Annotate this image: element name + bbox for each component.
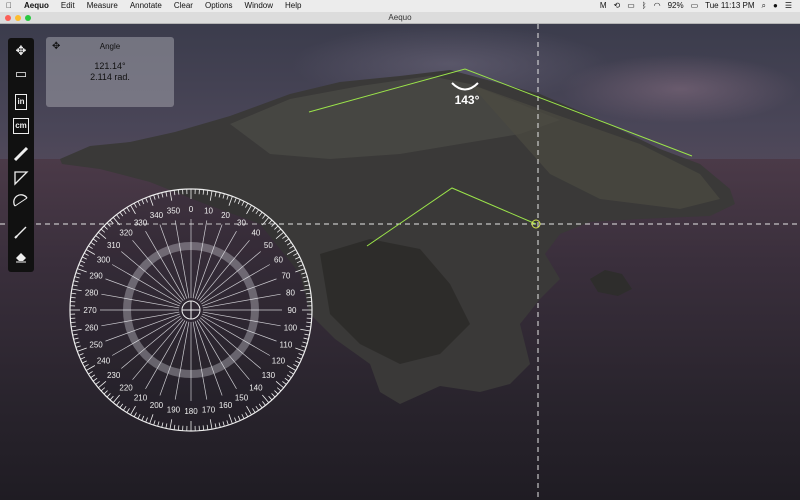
protractor-label: 250 bbox=[89, 341, 103, 350]
menu-clear[interactable]: Clear bbox=[168, 0, 199, 12]
protractor-label: 60 bbox=[274, 256, 283, 265]
protractor-icon[interactable] bbox=[11, 194, 31, 214]
protractor-tick bbox=[177, 425, 180, 431]
battery-icon[interactable]: ▭ bbox=[691, 0, 699, 12]
protractor-label: 30 bbox=[237, 219, 246, 228]
window-title-bar: Aequo bbox=[0, 12, 800, 24]
menu-window[interactable]: Window bbox=[239, 0, 279, 12]
battery-percent[interactable]: 92% bbox=[668, 0, 684, 12]
annotation-angle-label: 143° bbox=[455, 93, 480, 107]
protractor-tick bbox=[70, 321, 76, 324]
menu-options[interactable]: Options bbox=[199, 0, 239, 12]
protractor-label: 340 bbox=[150, 211, 164, 220]
protractor[interactable]: 0 10 20 30 40 5060 70 80 90 100 110 120 130 140150160… bbox=[69, 188, 313, 432]
protractor-label: 120 bbox=[272, 357, 286, 366]
protractor-label: 320 bbox=[119, 229, 133, 238]
pencil-icon[interactable] bbox=[11, 224, 31, 244]
app-menu[interactable]: Aequo bbox=[18, 0, 55, 12]
protractor-tick bbox=[202, 189, 205, 195]
protractor-label: 190 bbox=[167, 405, 181, 414]
protractor-label: 170 bbox=[202, 405, 216, 414]
protractor-label: 300 bbox=[97, 256, 111, 265]
notification-center-icon[interactable]: ☰ bbox=[785, 0, 792, 12]
triangle-icon[interactable] bbox=[11, 170, 31, 190]
protractor-label: 290 bbox=[89, 271, 103, 280]
status-m-icon[interactable]: M bbox=[600, 0, 607, 12]
horizontal-ruler-icon[interactable]: ▭ bbox=[11, 64, 31, 84]
protractor-tick bbox=[177, 189, 180, 195]
angle-radians: 2.114 rad. bbox=[90, 72, 130, 82]
protractor-label: 240 bbox=[97, 357, 111, 366]
protractor-label: 90 bbox=[288, 306, 297, 315]
protractor-label: 200 bbox=[150, 401, 164, 410]
move-tool-icon[interactable]: ✥ bbox=[11, 41, 31, 61]
menu-edit[interactable]: Edit bbox=[55, 0, 81, 12]
protractor-tick bbox=[306, 321, 312, 324]
protractor-label: 50 bbox=[264, 241, 273, 250]
wifi-icon[interactable]: ◠ bbox=[654, 0, 661, 12]
protractor-label: 70 bbox=[281, 271, 290, 280]
menu-annotate[interactable]: Annotate bbox=[124, 0, 168, 12]
protractor-label: 140 bbox=[249, 383, 263, 392]
cm-ruler-icon[interactable]: cm bbox=[11, 116, 31, 136]
protractor-label: 40 bbox=[251, 229, 260, 238]
protractor-label: 180 bbox=[184, 407, 198, 416]
protractor-label: 210 bbox=[134, 393, 148, 402]
bluetooth-icon[interactable]: ᛒ bbox=[642, 0, 647, 12]
protractor-label: 350 bbox=[167, 207, 181, 216]
rock-islet bbox=[590, 270, 632, 296]
protractor-tick bbox=[306, 296, 312, 299]
protractor-label: 220 bbox=[119, 383, 133, 392]
search-icon[interactable]: ⌕ bbox=[762, 0, 766, 12]
time-machine-icon[interactable]: ⟲ bbox=[614, 0, 621, 12]
measurement-info-panel: ✥ Angle 121.14° 2.114 rad. bbox=[46, 37, 174, 107]
protractor-label: 110 bbox=[280, 341, 293, 350]
siri-icon[interactable]: ● bbox=[773, 0, 778, 12]
protractor-label: 230 bbox=[107, 371, 121, 380]
protractor-label: 10 bbox=[204, 207, 213, 216]
protractor-label: 80 bbox=[286, 288, 295, 297]
protractor-label: 20 bbox=[221, 211, 230, 220]
protractor-label: 310 bbox=[107, 241, 121, 250]
protractor-label: 330 bbox=[134, 219, 148, 228]
protractor-label: 270 bbox=[83, 306, 97, 315]
apple-menu-icon[interactable]:  bbox=[0, 0, 18, 12]
protractor-label: 280 bbox=[85, 288, 99, 297]
airplay-icon[interactable]: ▭ bbox=[627, 0, 635, 12]
protractor-label: 100 bbox=[284, 324, 298, 333]
protractor-tick bbox=[70, 296, 76, 299]
clock[interactable]: Tue 11:13 PM bbox=[705, 0, 754, 12]
angle-degrees: 121.14° bbox=[94, 61, 126, 71]
menu-measure[interactable]: Measure bbox=[81, 0, 124, 12]
protractor-label: 160 bbox=[219, 401, 233, 410]
protractor-label: 0 bbox=[189, 205, 194, 214]
inch-ruler-icon[interactable]: in bbox=[11, 92, 31, 112]
window-title: Aequo bbox=[388, 13, 412, 22]
canvas-area[interactable]: 143° 0 10 20 30 40 50 60 70 80 90 100 110 120 130 140 1… bbox=[0, 24, 800, 500]
menu-help[interactable]: Help bbox=[279, 0, 307, 12]
protractor-label: 150 bbox=[235, 393, 249, 402]
protractor-label: 260 bbox=[85, 324, 99, 333]
panel-title: Angle bbox=[99, 42, 121, 51]
ruler-icon[interactable] bbox=[11, 146, 31, 166]
protractor-label: 130 bbox=[262, 371, 276, 380]
menu-bar:  Aequo Edit Measure Annotate Clear Opti… bbox=[0, 0, 800, 12]
tool-palette: ✥ ▭ in cm bbox=[8, 38, 34, 272]
eraser-icon[interactable] bbox=[11, 248, 31, 268]
protractor-tick bbox=[202, 425, 205, 431]
